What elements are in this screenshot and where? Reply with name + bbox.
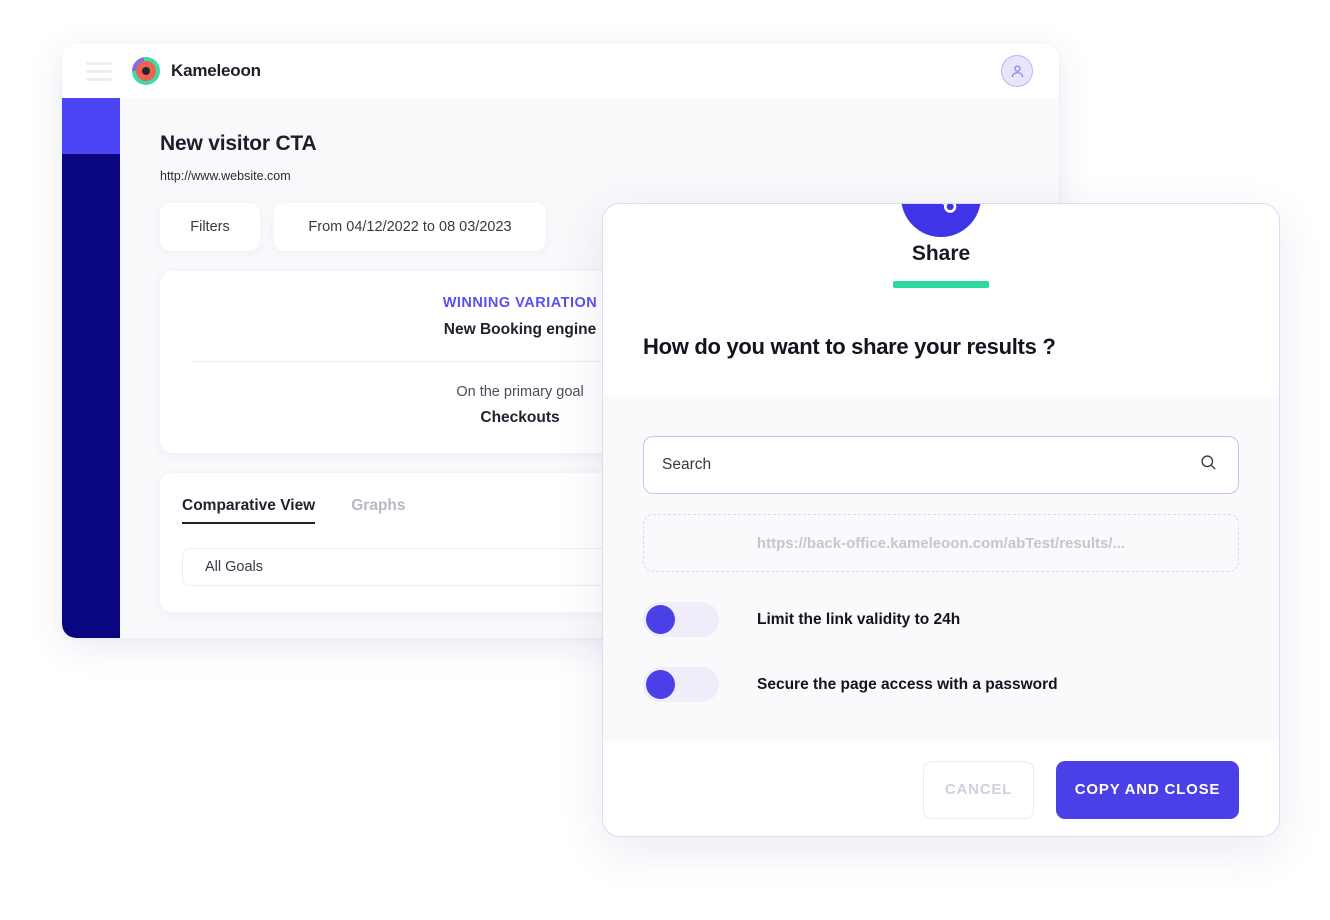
tab-graphs[interactable]: Graphs (351, 497, 405, 524)
share-modal-footer: CANCEL COPY AND CLOSE (603, 741, 1279, 836)
search-icon[interactable] (1199, 453, 1218, 477)
search-input[interactable] (662, 437, 1220, 493)
share-modal-body: https://back-office.kameleoon.com/abTest… (603, 396, 1279, 741)
brand-logo[interactable]: Kameleoon (132, 57, 261, 85)
share-url-field[interactable]: https://back-office.kameleoon.com/abTest… (643, 514, 1239, 572)
hamburger-line (86, 77, 112, 81)
tab-comparative-view[interactable]: Comparative View (182, 497, 316, 524)
title-underline (893, 281, 989, 288)
toggle-label-limit-link-validity: Limit the link validity to 24h (757, 610, 961, 628)
toggle-label-secure-password: Secure the page access with a password (757, 675, 1058, 693)
share-modal: Share How do you want to share your resu… (602, 203, 1280, 837)
toggle-knob (646, 605, 675, 634)
hamburger-line (86, 69, 112, 73)
brand-name: Kameleoon (171, 61, 261, 80)
logo-center-dot (142, 67, 150, 75)
user-avatar-icon[interactable] (1001, 55, 1033, 87)
hamburger-line (86, 61, 112, 65)
app-top-bar: Kameleoon (62, 44, 1059, 98)
cancel-button[interactable]: CANCEL (923, 760, 1034, 819)
hamburger-icon[interactable] (86, 61, 112, 81)
share-icon (901, 204, 981, 237)
toggle-row-password: Secure the page access with a password (643, 667, 1239, 702)
sidebar (62, 98, 120, 638)
toggle-limit-link-validity[interactable] (643, 602, 719, 637)
kameleoon-logo-icon (132, 57, 160, 85)
page-url: http://www.website.com (160, 169, 291, 183)
screen: Kameleoon New visitor CTA http://www.web… (0, 0, 1330, 920)
toggle-row-link-validity: Limit the link validity to 24h (643, 602, 1239, 637)
filters-button[interactable]: Filters (160, 203, 260, 251)
share-modal-question: How do you want to share your results ? (643, 334, 1056, 359)
share-modal-header: Share How do you want to share your resu… (603, 204, 1279, 396)
date-range-button[interactable]: From 04/12/2022 to 08 03/2023 (274, 203, 546, 251)
sidebar-item-active[interactable] (62, 98, 120, 154)
toggle-secure-password[interactable] (643, 667, 719, 702)
share-modal-title: Share (911, 242, 971, 265)
page-title: New visitor CTA (160, 132, 317, 155)
toggle-knob (646, 670, 675, 699)
copy-and-close-button[interactable]: COPY AND CLOSE (1056, 760, 1239, 819)
search-field[interactable] (643, 436, 1239, 494)
